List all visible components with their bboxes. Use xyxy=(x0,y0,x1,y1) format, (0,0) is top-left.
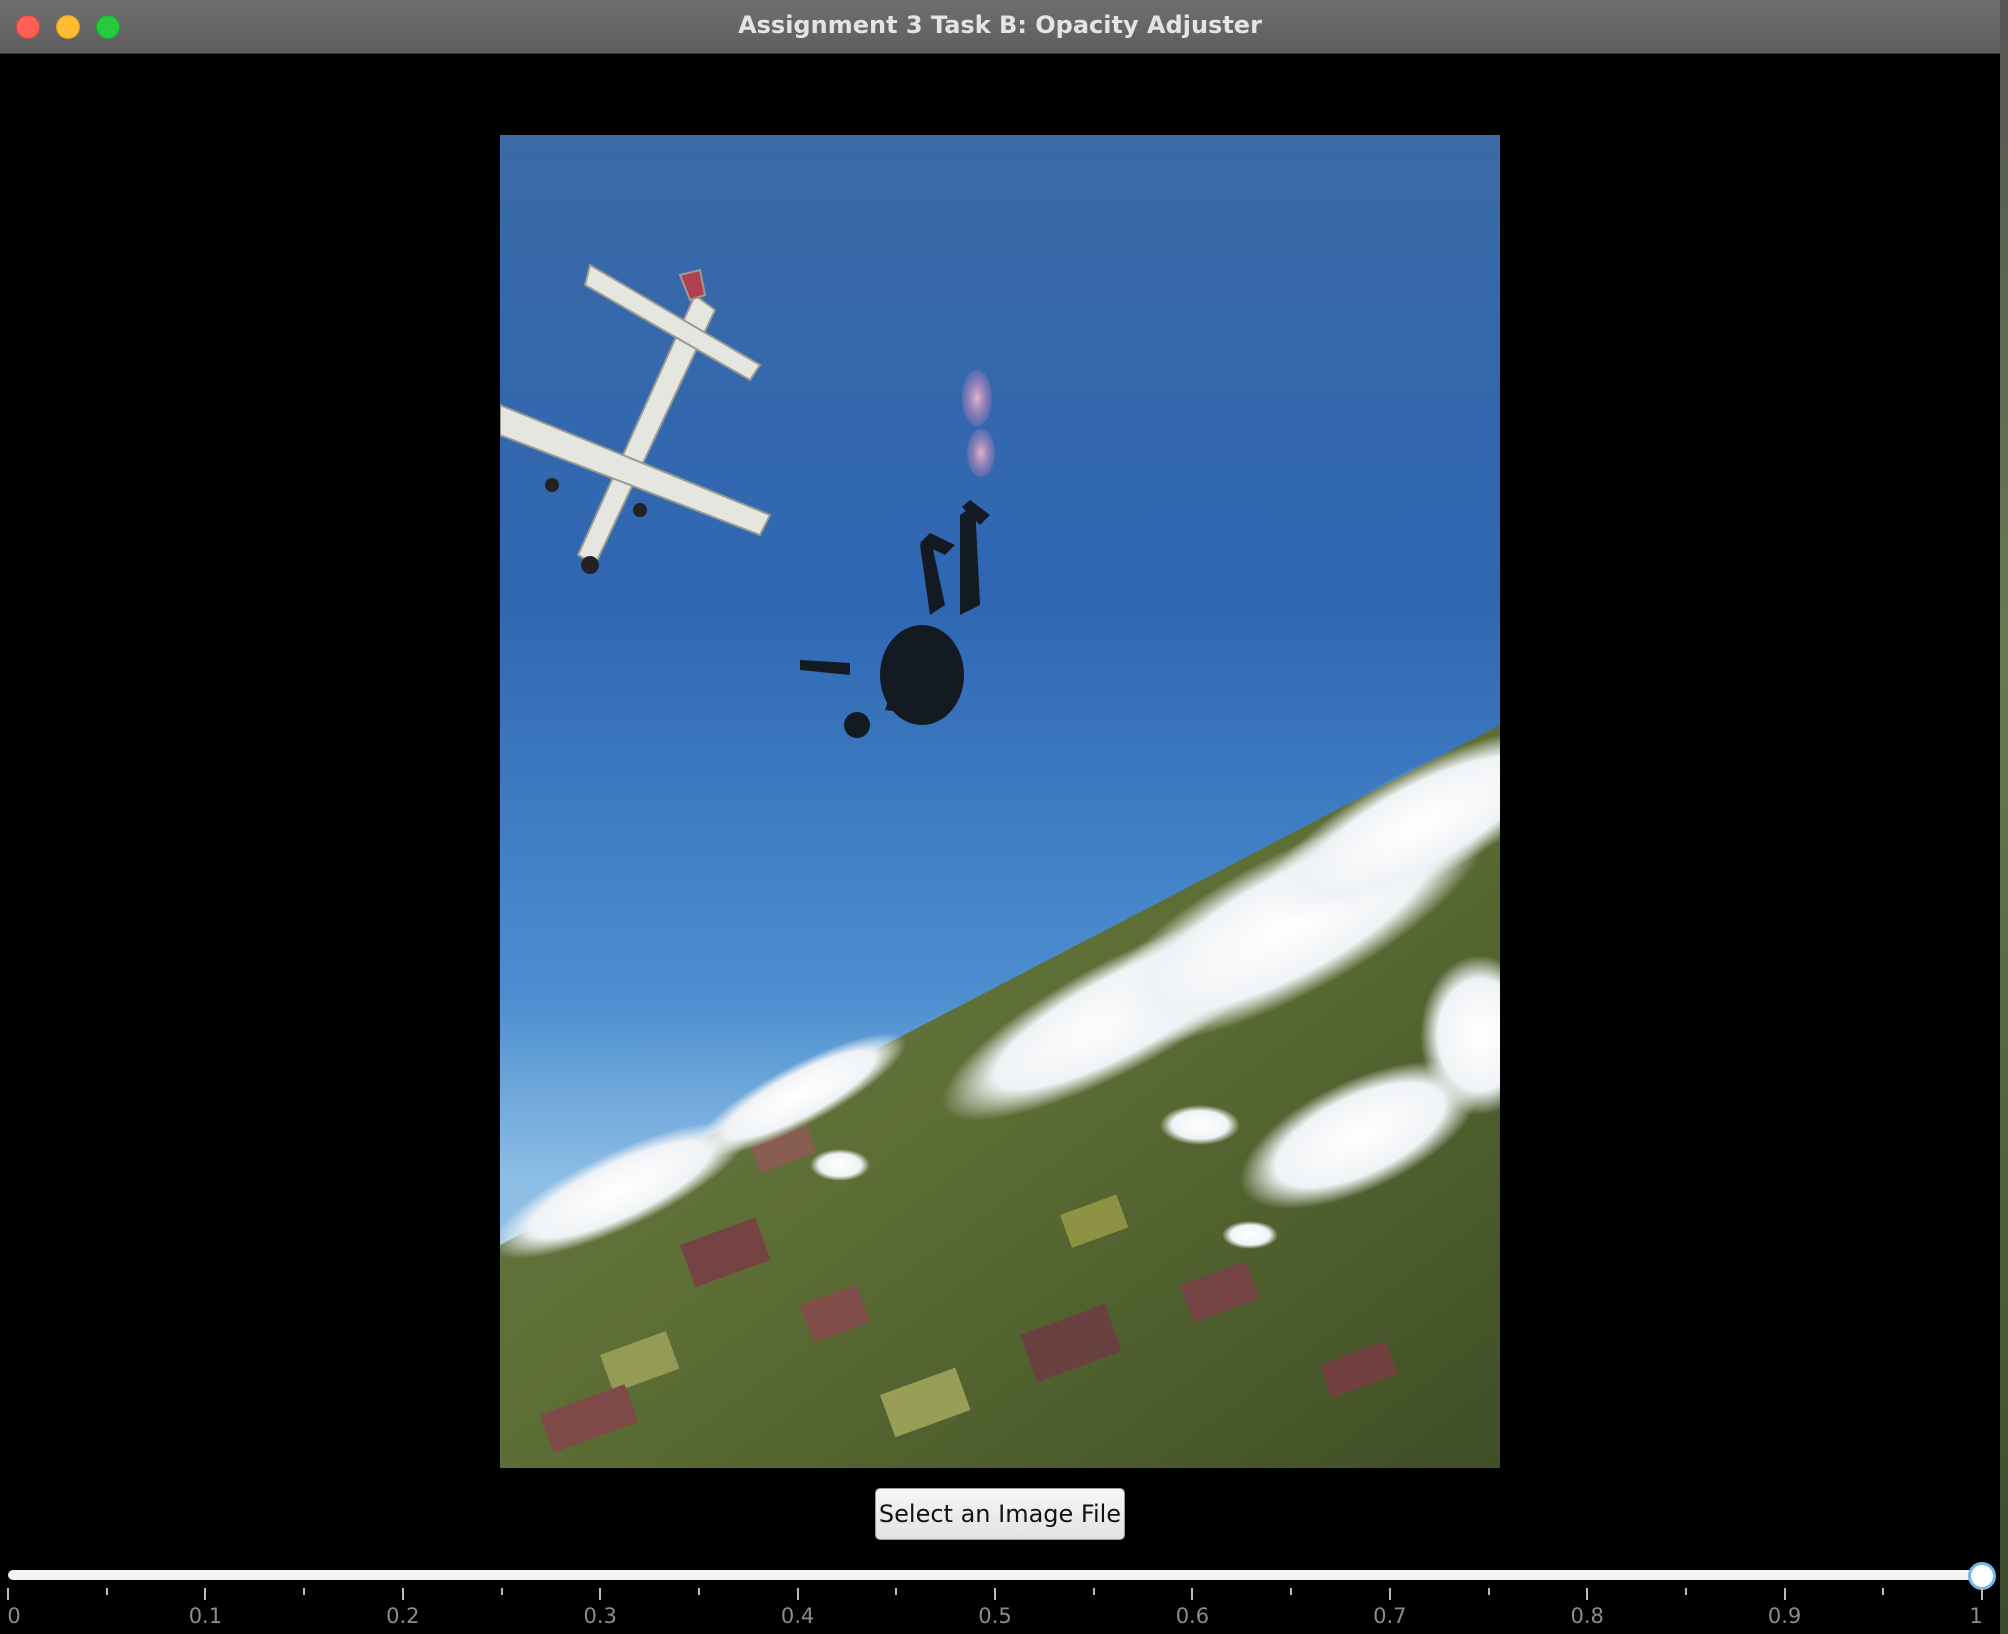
skydiving-photo xyxy=(500,135,1500,1468)
app-window: Assignment 3 Task B: Opacity Adjuster Se… xyxy=(0,0,2000,1634)
slider-minor-tick xyxy=(1290,1588,1293,1595)
slider-tick-label: 0.9 xyxy=(1767,1604,1802,1628)
slider-major-tick xyxy=(1388,1588,1391,1600)
slider-minor-tick xyxy=(895,1588,898,1595)
slider-major-tick xyxy=(1783,1588,1786,1600)
slider-minor-tick xyxy=(303,1588,306,1595)
slider-major-tick xyxy=(7,1588,9,1600)
content-area: Select an Image File 0 0.1 0.2 0.3 0.4 0.5 0.6… xyxy=(0,54,2000,1634)
slider-minor-tick xyxy=(500,1588,503,1595)
slider-tick-label: 0.1 xyxy=(188,1604,223,1628)
window-title: Assignment 3 Task B: Opacity Adjuster xyxy=(738,11,1262,39)
slider-major-tick xyxy=(1586,1588,1589,1600)
opacity-slider[interactable]: 0 0.1 0.2 0.3 0.4 0.5 0.6 0.7 0.8 0.9 1 xyxy=(7,1562,1996,1632)
slider-minor-tick xyxy=(1487,1588,1490,1595)
title-bar[interactable]: Assignment 3 Task B: Opacity Adjuster xyxy=(0,0,2000,54)
slider-major-tick xyxy=(1981,1588,1983,1600)
slider-tick-label: 0.3 xyxy=(583,1604,617,1628)
slider-tick-label: 0.5 xyxy=(978,1604,1012,1628)
slider-major-tick xyxy=(401,1588,404,1600)
slider-major-tick xyxy=(796,1588,799,1600)
slider-tick-label: 0.4 xyxy=(780,1604,815,1628)
slider-minor-tick xyxy=(105,1588,108,1595)
slider-minor-tick xyxy=(1882,1588,1885,1595)
select-image-file-button[interactable]: Select an Image File xyxy=(875,1488,1125,1540)
slider-major-tick xyxy=(1191,1588,1194,1600)
slider-tick-label: 0.7 xyxy=(1373,1604,1407,1628)
slider-tick-label: 0.2 xyxy=(386,1604,420,1628)
slider-thumb[interactable] xyxy=(1968,1562,1996,1590)
slider-tick-label: 0.6 xyxy=(1175,1604,1210,1628)
background-window-edge xyxy=(2000,0,2008,1634)
slider-minor-tick xyxy=(1092,1588,1095,1595)
slider-tick-label: 0.8 xyxy=(1570,1604,1604,1628)
slider-major-tick xyxy=(204,1588,207,1600)
slider-major-tick xyxy=(994,1588,996,1600)
slider-track[interactable] xyxy=(8,1570,1982,1580)
slider-tick-label: 1 xyxy=(1969,1604,1983,1628)
slider-minor-tick xyxy=(697,1588,700,1595)
slider-major-tick xyxy=(599,1588,602,1600)
slider-tick-label: 0 xyxy=(7,1604,21,1628)
displayed-image xyxy=(500,135,1500,1468)
slider-minor-tick xyxy=(1684,1588,1687,1595)
